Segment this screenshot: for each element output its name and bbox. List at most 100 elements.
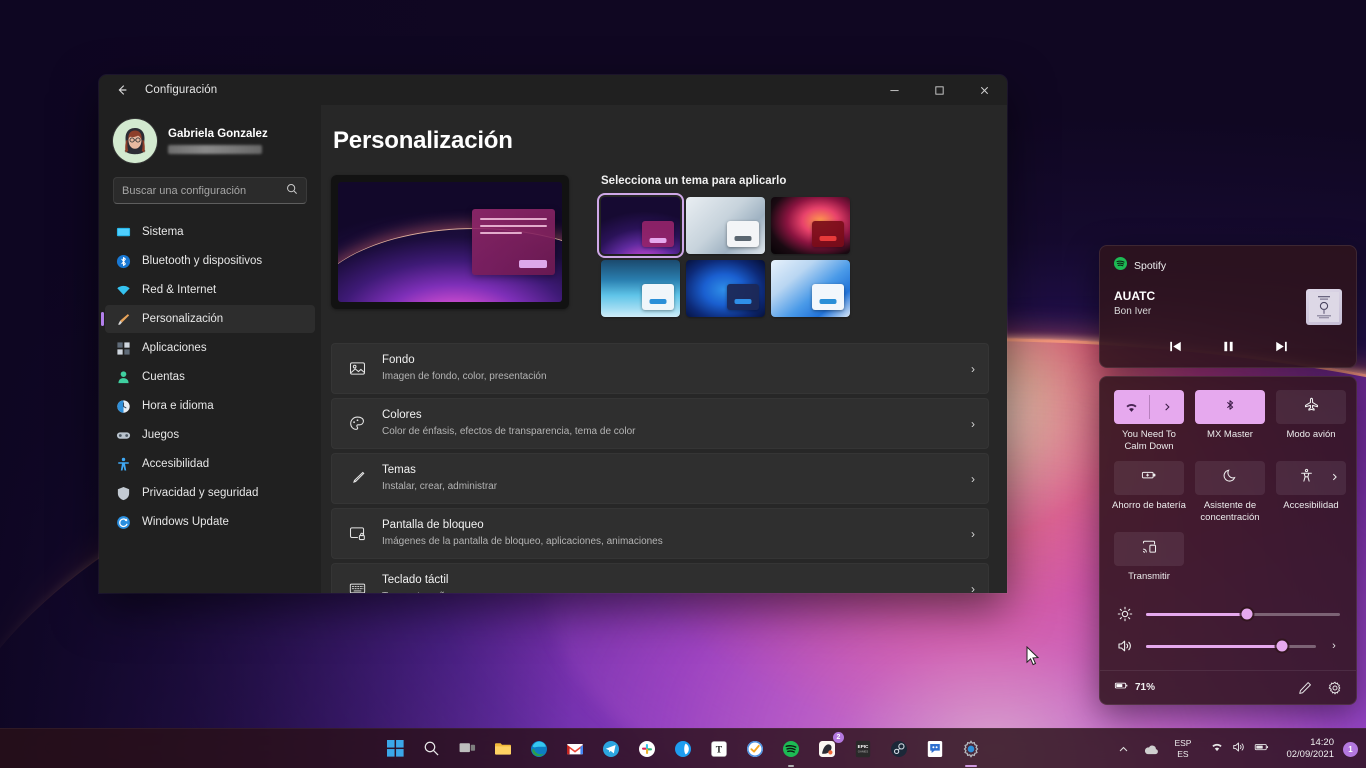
wifi-icon <box>1210 740 1224 759</box>
accessibility-chevron-icon[interactable] <box>1330 472 1339 483</box>
quick-tile-wifi[interactable] <box>1114 390 1184 424</box>
setting-title: Colores <box>382 409 422 422</box>
next-track-button[interactable] <box>1274 339 1289 354</box>
pause-button[interactable] <box>1221 339 1236 354</box>
setting-row-fondo[interactable]: Fondo Imagen de fondo, color, presentaci… <box>331 343 989 394</box>
sidebar-item-accesibilidad[interactable]: Accesibilidad <box>105 450 315 478</box>
quick-settings-flyout: You Need To Calm Down MX Master Modo avi… <box>1099 376 1357 706</box>
taskbar-microsoft-edge[interactable] <box>525 735 553 763</box>
volume-icon <box>1116 638 1134 654</box>
tray-time: 14:20 <box>1310 736 1334 748</box>
close-button[interactable] <box>962 75 1007 105</box>
taskbar-badge: 2 <box>833 731 844 743</box>
search-settings-box[interactable] <box>113 177 307 204</box>
wifi-icon[interactable] <box>1114 390 1149 424</box>
theme-thumbnail-2[interactable] <box>686 197 765 254</box>
quick-tile-focus-assist[interactable] <box>1195 460 1265 495</box>
notification-badge[interactable]: 1 <box>1343 741 1358 757</box>
taskbar-settings[interactable] <box>957 735 985 767</box>
taskbar-apps: T 2 EPIC GAMES <box>381 731 985 767</box>
taskbar-task-view-button[interactable] <box>453 735 481 763</box>
quick-tile-label: Asistente de concentración <box>1200 499 1260 523</box>
sidebar-item-juegos[interactable]: Juegos <box>105 421 315 449</box>
profile-name: Gabriela Gonzalez <box>168 128 268 140</box>
taskbar-todoist[interactable]: T <box>705 735 733 763</box>
quick-tile-accessibility[interactable] <box>1276 460 1346 495</box>
sidebar-item-personalizacion[interactable]: Personalización <box>101 305 315 333</box>
sidebar-item-aplicaciones[interactable]: Aplicaciones <box>105 334 315 362</box>
setting-row-colores[interactable]: Colores Color de énfasis, efectos de tra… <box>331 398 989 449</box>
battery-percent: 71% <box>1135 682 1156 694</box>
pencil-icon[interactable] <box>1298 681 1312 695</box>
update-icon <box>115 514 131 530</box>
sidebar-item-sistema[interactable]: Sistema <box>105 218 315 246</box>
back-button[interactable] <box>105 75 139 105</box>
sidebar-item-hora-e-idioma[interactable]: Hora e idioma <box>105 392 315 420</box>
sidebar-item-label: Red & Internet <box>142 284 217 296</box>
person-icon <box>115 369 131 385</box>
theme-thumbnail-1[interactable] <box>597 193 684 258</box>
wifi-chevron-icon[interactable] <box>1150 390 1185 424</box>
settings-sidebar: Gabriela Gonzalez Sistema <box>99 105 321 593</box>
media-app-name: Spotify <box>1134 260 1167 272</box>
sidebar-item-windows-update[interactable]: Windows Update <box>105 508 315 536</box>
taskbar-opera[interactable] <box>669 735 697 763</box>
brightness-slider[interactable] <box>1146 608 1340 620</box>
tray-clock[interactable]: 14:20 02/09/2021 <box>1286 737 1334 762</box>
sidebar-item-label: Aplicaciones <box>142 342 207 354</box>
taskbar-messaging-app[interactable] <box>921 735 949 763</box>
taskbar-file-explorer[interactable] <box>489 735 517 763</box>
quick-settings-footer: 71% <box>1100 670 1356 704</box>
battery-status: 71% <box>1114 678 1155 698</box>
user-profile[interactable]: Gabriela Gonzalez <box>99 111 321 177</box>
sidebar-item-label: Bluetooth y dispositivos <box>142 255 263 267</box>
onedrive-cloud-icon[interactable] <box>1141 740 1162 759</box>
sidebar-item-red-internet[interactable]: Red & Internet <box>105 276 315 304</box>
taskbar-slack[interactable] <box>633 735 661 763</box>
taskbar-telegram[interactable] <box>597 735 625 763</box>
setting-row-temas[interactable]: Temas Instalar, crear, administrar › <box>331 453 989 504</box>
search-input[interactable] <box>122 184 282 197</box>
quick-tile-airplane-mode[interactable] <box>1276 390 1346 424</box>
battery-saver-icon <box>1141 467 1157 488</box>
theme-thumbnail-6[interactable] <box>771 260 850 317</box>
gamepad-icon <box>115 427 131 443</box>
profile-email-redacted <box>168 145 262 154</box>
setting-row-pantalla-de-bloqueo[interactable]: Pantalla de bloqueo Imágenes de la panta… <box>331 508 989 559</box>
setting-subtitle: Imágenes de la pantalla de bloqueo, apli… <box>382 536 663 547</box>
svg-text:EPIC: EPIC <box>858 744 869 749</box>
paintbrush-icon <box>115 311 131 327</box>
setting-row-teclado-tactil[interactable]: Teclado táctil Temas, tamaño › <box>331 563 989 593</box>
taskbar-gmail[interactable] <box>561 735 589 763</box>
tray-language-indicator[interactable]: ESP ES <box>1171 735 1194 762</box>
theme-thumbnail-5[interactable] <box>686 260 765 317</box>
taskbar-start-button[interactable] <box>381 735 409 763</box>
tray-overflow-chevron-icon[interactable] <box>1115 741 1132 758</box>
quick-tile-battery-saver[interactable] <box>1114 460 1184 495</box>
setting-subtitle: Color de énfasis, efectos de transparenc… <box>382 426 636 437</box>
taskbar-steam[interactable] <box>885 735 913 763</box>
spotify-icon <box>1114 257 1127 275</box>
sidebar-item-cuentas[interactable]: Cuentas <box>105 363 315 391</box>
theme-section-title: Selecciona un tema para aplicarlo <box>601 175 787 187</box>
bluetooth-icon <box>1223 398 1237 417</box>
sidebar-item-bluetooth-y-dispositivos[interactable]: Bluetooth y dispositivos <box>105 247 315 275</box>
tray-status-group[interactable] <box>1203 737 1277 762</box>
quick-tile-cast[interactable] <box>1114 531 1184 566</box>
quick-tile-bluetooth[interactable] <box>1195 390 1265 424</box>
taskbar-ticktick[interactable] <box>741 735 769 763</box>
sidebar-item-privacidad-y-seguridad[interactable]: Privacidad y seguridad <box>105 479 315 507</box>
theme-thumbnail-4[interactable] <box>601 260 680 317</box>
volume-slider[interactable] <box>1146 640 1316 652</box>
taskbar-search-button[interactable] <box>417 735 445 763</box>
quick-tile-label: Transmitir <box>1128 570 1170 582</box>
taskbar-spotify[interactable] <box>777 735 805 767</box>
minimize-button[interactable] <box>872 75 917 105</box>
maximize-button[interactable] <box>917 75 962 105</box>
theme-thumbnail-3[interactable] <box>771 197 850 254</box>
taskbar-arc-browser[interactable]: 2 <box>813 731 844 763</box>
gear-icon[interactable] <box>1328 681 1342 695</box>
previous-track-button[interactable] <box>1168 339 1183 354</box>
volume-output-chevron-icon[interactable]: › <box>1328 640 1340 652</box>
taskbar-epic-games[interactable]: EPIC GAMES <box>849 735 877 763</box>
